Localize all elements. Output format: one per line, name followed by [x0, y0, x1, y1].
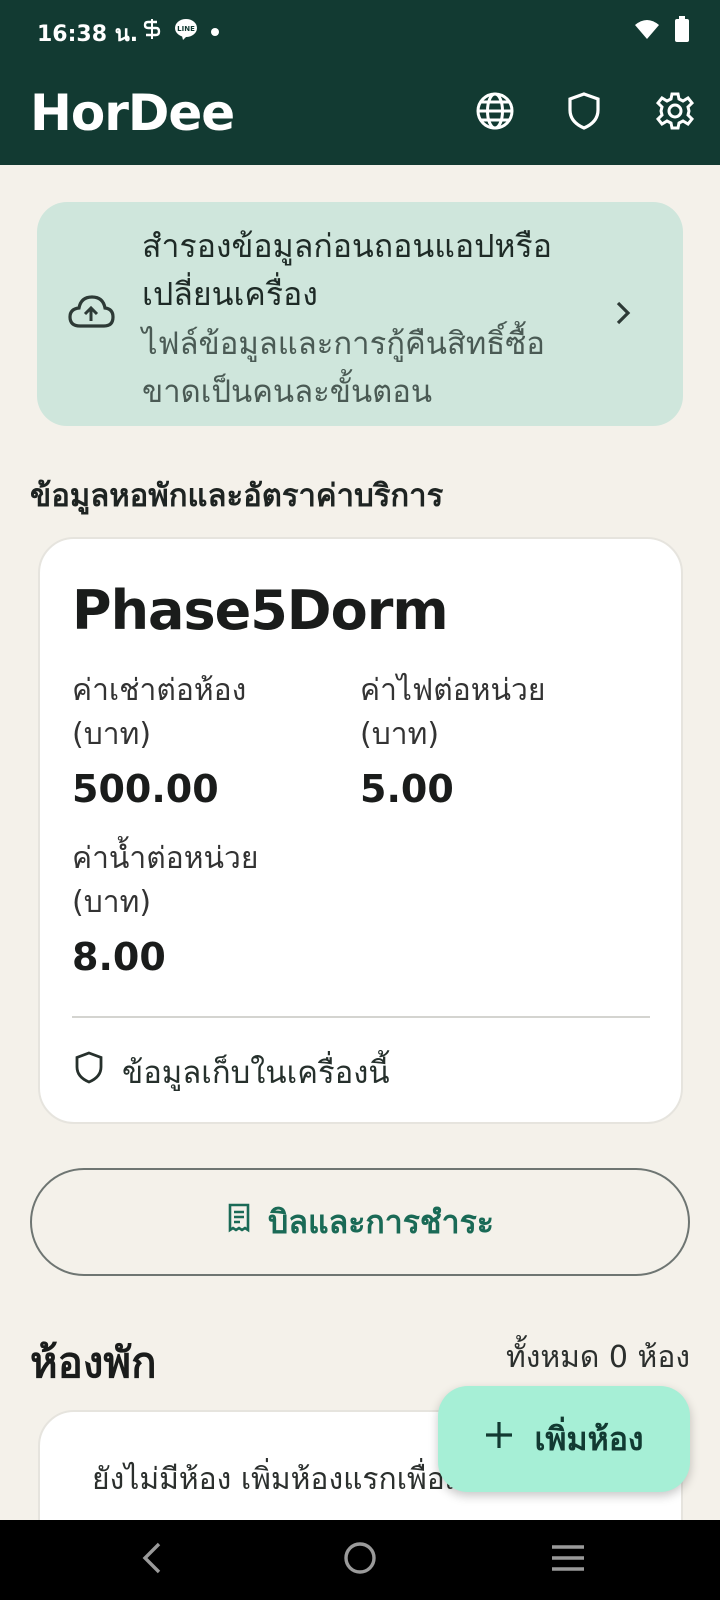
- home-circle-icon: [342, 1540, 378, 1580]
- battery-icon: [674, 16, 690, 46]
- electricity-rate-value: 5.00: [360, 767, 454, 811]
- add-room-button[interactable]: เพิ่มห้อง: [438, 1386, 690, 1492]
- privacy-button[interactable]: [561, 90, 607, 136]
- wifi-icon: [634, 18, 660, 44]
- status-time: 16:38 น.: [37, 22, 139, 47]
- rooms-count: ทั้งหมด 0 ห้อง: [505, 1340, 690, 1375]
- cloud-upload-icon: [67, 292, 115, 336]
- add-room-label: เพิ่มห้อง: [534, 1419, 644, 1458]
- bills-button-label: บิลและการชำระ: [268, 1202, 494, 1241]
- recents-button[interactable]: [546, 1538, 590, 1582]
- gear-icon: [655, 91, 695, 135]
- backup-title: สำรองข้อมูลก่อนถอนแอปหรือเปลี่ยนเครื่อง: [142, 227, 552, 313]
- bills-button[interactable]: บิลและการชำระ: [30, 1168, 690, 1276]
- globe-icon: [475, 91, 515, 135]
- back-button[interactable]: [130, 1538, 174, 1582]
- app-title: HorDee: [30, 84, 235, 142]
- dorm-card[interactable]: Phase5Dorm ค่าเช่าต่อห้อง (บาท) 500.00 ค…: [38, 537, 683, 1124]
- plus-icon: [484, 1420, 514, 1458]
- s-app-icon: [142, 18, 162, 44]
- menu-lines-icon: [550, 1543, 586, 1577]
- backup-subtitle: ไฟล์ข้อมูลและการกู้คืนสิทธิ์ซื้อขาดเป็นค…: [142, 326, 545, 410]
- water-rate-label: ค่าน้ำต่อหน่วย (บาท): [72, 841, 259, 920]
- app-bar: HorDee: [0, 62, 720, 165]
- rent-rate-value: 500.00: [72, 767, 219, 811]
- card-divider: [72, 1016, 650, 1018]
- water-rate-value: 8.00: [72, 935, 166, 979]
- shield-icon: [566, 91, 602, 135]
- shield-icon: [74, 1051, 104, 1093]
- back-icon: [140, 1541, 164, 1579]
- language-button[interactable]: [472, 90, 518, 136]
- svg-text:LINE: LINE: [177, 25, 195, 33]
- water-rate: ค่าน้ำต่อหน่วย (บาท) 8.00: [72, 837, 332, 979]
- rent-rate: ค่าเช่าต่อห้อง (บาท) 500.00: [72, 669, 332, 811]
- electricity-rate: ค่าไฟต่อหน่วย (บาท) 5.00: [360, 669, 620, 811]
- electricity-rate-label: ค่าไฟต่อหน่วย (บาท): [360, 673, 546, 752]
- dorm-name: Phase5Dorm: [72, 579, 449, 642]
- rent-rate-label: ค่าเช่าต่อห้อง (บาท): [72, 673, 247, 752]
- chevron-right-icon: [615, 300, 631, 330]
- receipt-icon: [226, 1203, 252, 1241]
- backup-banner[interactable]: สำรองข้อมูลก่อนถอนแอปหรือเปลี่ยนเครื่อง …: [37, 202, 683, 426]
- settings-button[interactable]: [652, 90, 698, 136]
- status-bar: 16:38 น. LINE: [0, 0, 720, 62]
- storage-note: ข้อมูลเก็บในเครื่องนี้: [74, 1047, 390, 1097]
- rooms-title: ห้องพัก: [30, 1338, 157, 1387]
- system-nav-bar: [0, 1520, 720, 1600]
- dot-icon: [210, 22, 220, 41]
- storage-note-text: ข้อมูลเก็บในเครื่องนี้: [122, 1055, 390, 1091]
- home-button[interactable]: [338, 1538, 382, 1582]
- dorm-info-section-title: ข้อมูลหอพักและอัตราค่าบริการ: [30, 478, 444, 514]
- line-app-icon: LINE: [174, 17, 198, 45]
